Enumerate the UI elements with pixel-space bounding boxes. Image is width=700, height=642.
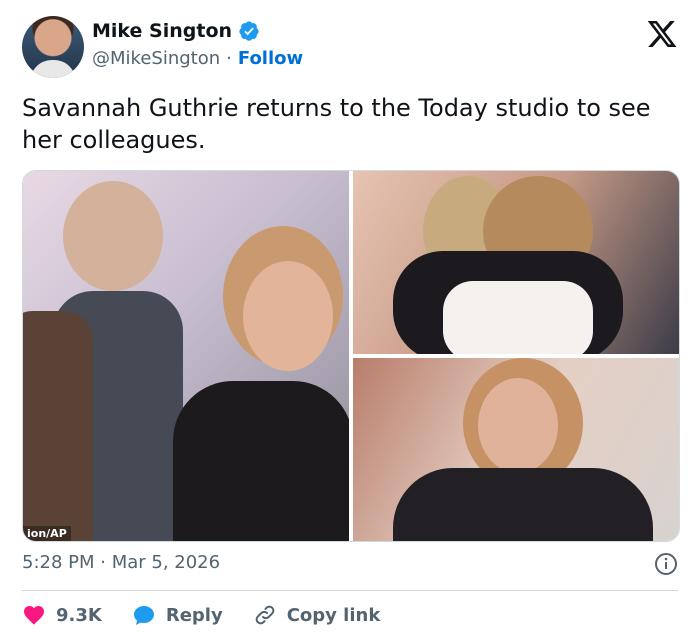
copy-link-label: Copy link xyxy=(286,604,381,626)
tweet-actions: 9.3K Reply Copy link xyxy=(22,600,410,630)
author-avatar[interactable] xyxy=(22,16,84,78)
verified-badge-icon xyxy=(239,21,259,41)
photo-figure xyxy=(173,381,349,541)
tweet-card: Mike Sington @MikeSington · Follow Savan… xyxy=(0,0,700,642)
info-icon[interactable] xyxy=(654,552,678,576)
photo-figure xyxy=(478,378,558,473)
reply-bubble-icon xyxy=(133,606,154,625)
photo-bottom-right[interactable] xyxy=(353,358,679,541)
copy-link-button[interactable]: Copy link xyxy=(253,603,381,627)
photo-credit: ion/AP xyxy=(23,526,71,541)
tweet-text: Savannah Guthrie returns to the Today st… xyxy=(22,94,651,154)
tweet-timestamp[interactable]: 5:28 PM · Mar 5, 2026 xyxy=(22,552,220,573)
like-button[interactable]: 9.3K xyxy=(22,603,102,627)
photo-figure xyxy=(393,468,653,541)
author-name[interactable]: Mike Sington xyxy=(92,20,232,42)
tweet-media-grid[interactable]: ion/AP xyxy=(22,170,680,542)
author-name-row: Mike Sington xyxy=(92,20,260,42)
photo-figure xyxy=(443,281,593,354)
photo-figure xyxy=(243,261,333,371)
avatar-shirt xyxy=(30,60,76,78)
follow-button[interactable]: Follow xyxy=(238,48,303,69)
reply-label: Reply xyxy=(165,604,223,626)
author-handle[interactable]: @MikeSington xyxy=(92,48,220,69)
photo-figure xyxy=(63,181,163,291)
x-logo-icon[interactable] xyxy=(646,18,678,50)
link-icon xyxy=(255,605,275,625)
photo-top-right[interactable] xyxy=(353,171,679,354)
heart-icon xyxy=(24,606,44,625)
handle-separator: · xyxy=(226,48,232,69)
reply-button[interactable]: Reply xyxy=(132,603,223,627)
photo-left[interactable]: ion/AP xyxy=(23,171,349,541)
author-handle-row: @MikeSington · Follow xyxy=(92,48,303,69)
photo-figure xyxy=(23,311,93,541)
divider xyxy=(22,590,678,591)
like-count: 9.3K xyxy=(56,604,102,626)
